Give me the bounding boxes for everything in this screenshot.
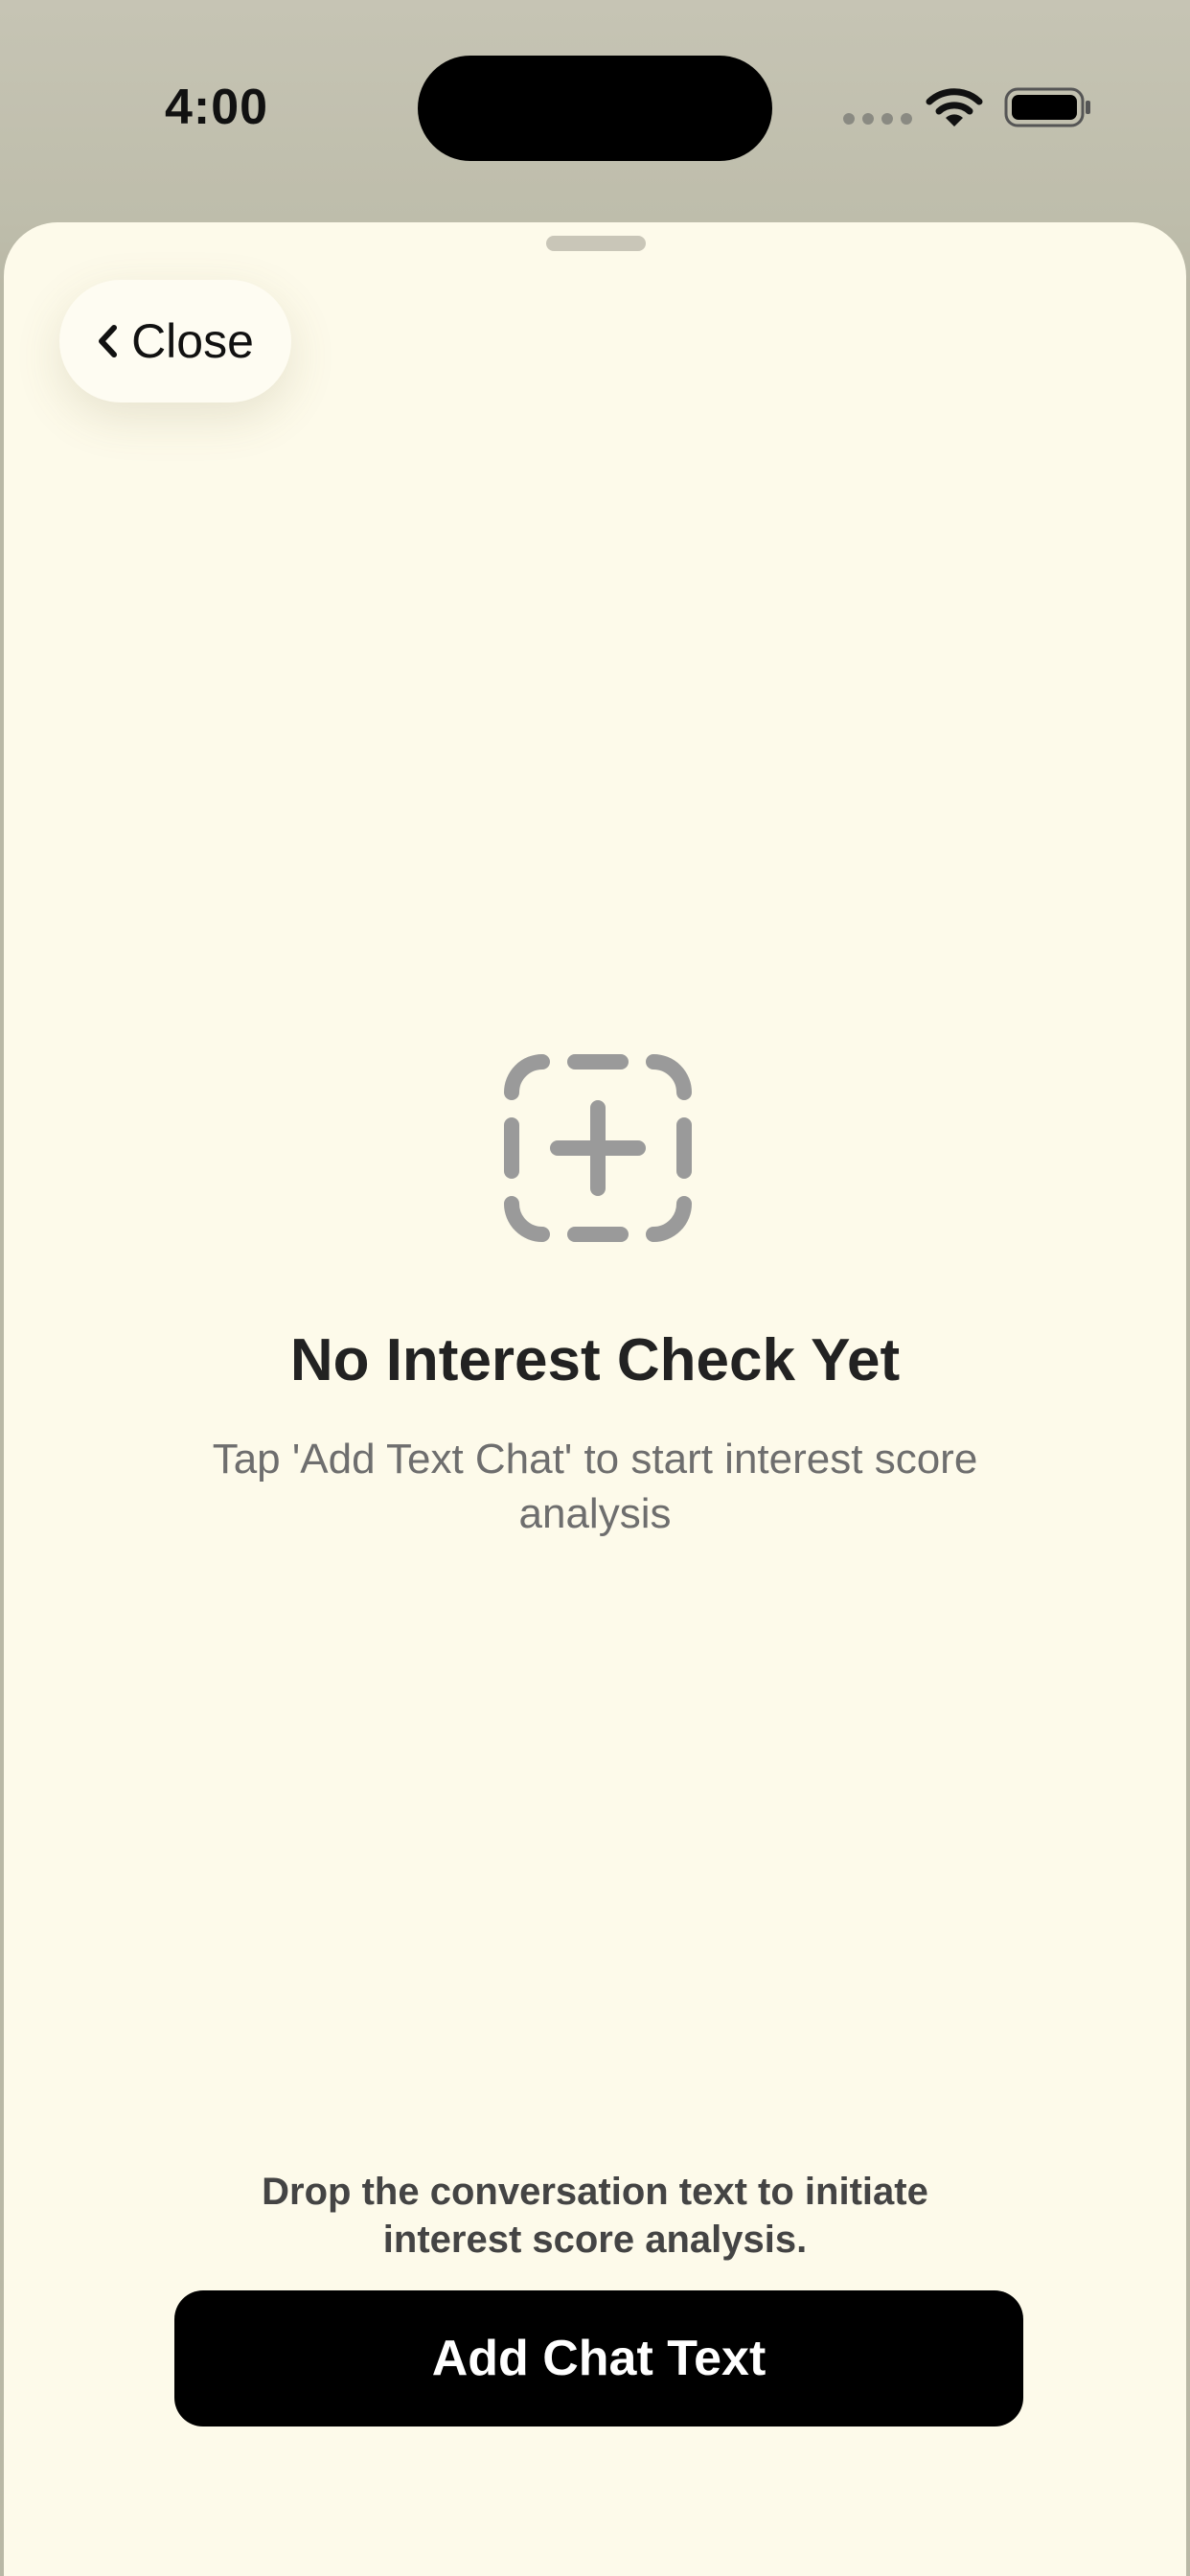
empty-state-subtitle: Tap 'Add Text Chat' to start interest sc… bbox=[212, 1436, 978, 1537]
close-button-label: Close bbox=[131, 314, 254, 368]
chevron-left-icon bbox=[99, 325, 118, 357]
battery-icon bbox=[1004, 87, 1090, 127]
sheet-grabber[interactable] bbox=[546, 236, 646, 251]
dynamic-island bbox=[418, 56, 772, 161]
drop-hint-text: Drop the conversation text to initiate i… bbox=[262, 2171, 928, 2261]
status-time: 4:00 bbox=[165, 80, 269, 135]
add-chat-text-button[interactable]: Add Chat Text bbox=[174, 2290, 1023, 2426]
cellular-signal-icon bbox=[843, 113, 912, 125]
close-button[interactable]: Close bbox=[59, 280, 291, 402]
dashed-square-plus-icon bbox=[504, 1054, 692, 1242]
empty-state-title: No Interest Check Yet bbox=[289, 1327, 901, 1393]
interest-check-sheet: Close No Interest Check Yet Tap 'Add Tex… bbox=[4, 222, 1186, 2576]
wifi-icon bbox=[926, 88, 983, 126]
